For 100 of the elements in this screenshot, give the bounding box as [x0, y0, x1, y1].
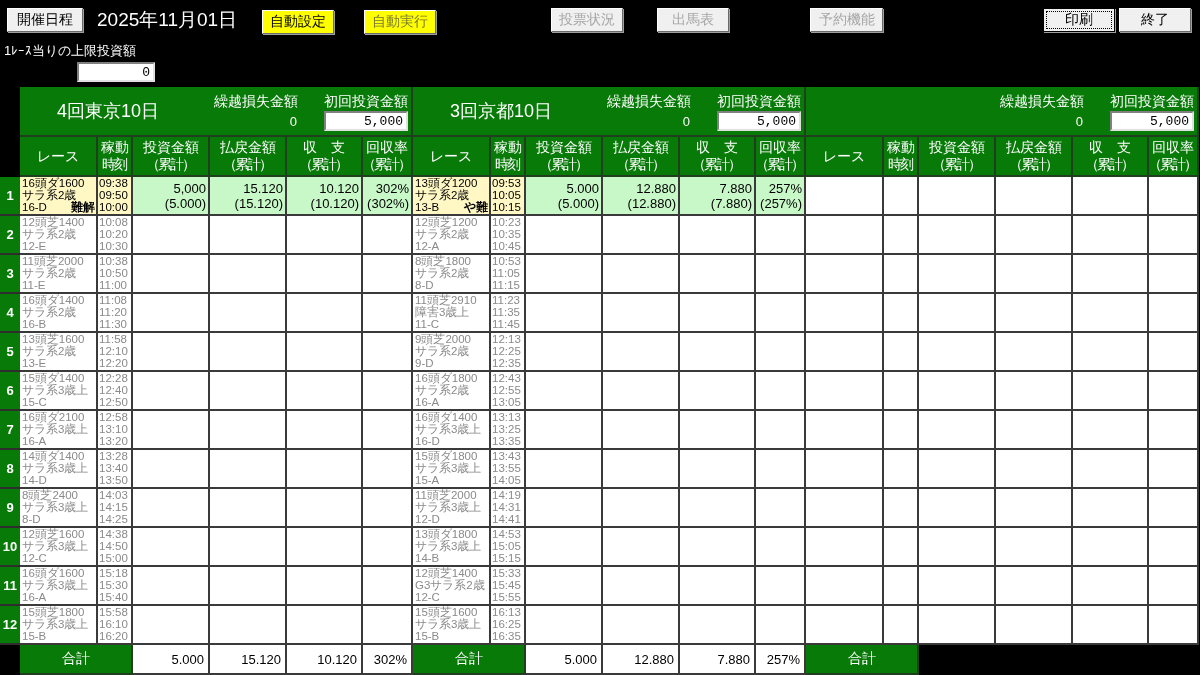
- table-cell: [1149, 372, 1199, 411]
- race-text: サラ系2歳: [22, 345, 78, 357]
- toolbar-button[interactable]: 印刷: [1043, 8, 1115, 32]
- race-cell[interactable]: 15頭ダ1800 サラ系3歳上 15-A: [413, 450, 491, 489]
- table-cell: [884, 372, 919, 411]
- table-cell: [756, 606, 806, 645]
- race-text: 11-E: [22, 279, 46, 291]
- time-text: 10:38: [99, 255, 129, 267]
- table-cell: [1149, 294, 1199, 333]
- race-cell[interactable]: 13頭ダ1800 サラ系3歳上 14-B: [413, 528, 491, 567]
- venue-title: 3回京都10日: [449, 100, 554, 123]
- race-cell[interactable]: 16頭ダ1400 サラ系2歳 16-B: [20, 294, 98, 333]
- race-text: 16頭ダ1800: [415, 372, 479, 384]
- time-text: 11:08: [99, 294, 128, 306]
- race-cell[interactable]: 12頭芝1200 サラ系2歳 12-A: [413, 216, 491, 255]
- race-cell[interactable]: 9頭芝2000 サラ系2歳 9-D: [413, 333, 491, 372]
- time-text: 11:20: [99, 306, 128, 318]
- time-text: 14:38: [99, 528, 129, 540]
- race-text: 12頭芝1200: [415, 216, 479, 228]
- amount-text: 257%: [768, 180, 802, 196]
- race-cell[interactable]: 15頭芝1800 サラ系3歳上 15-B: [20, 606, 98, 645]
- header-text: 時刻: [887, 156, 913, 173]
- race-text: 13-E: [22, 357, 47, 369]
- row-number: 4: [0, 294, 20, 333]
- race-cell[interactable]: 15頭ダ1400 サラ系3歳上 15-C: [20, 372, 98, 411]
- amount-input[interactable]: 5,000: [324, 111, 408, 131]
- race-text: 13頭ダ1200: [415, 177, 479, 189]
- race-text: 15頭ダ1800: [415, 450, 479, 462]
- race-cell[interactable]: 12頭芝1400 サラ系2歳 12-E: [20, 216, 98, 255]
- total-label: 合計: [413, 645, 526, 675]
- amount-input[interactable]: 5,000: [1110, 111, 1194, 131]
- time-text: 12:55: [492, 384, 522, 396]
- race-cell[interactable]: 11頭芝2910 障害3歳上 11-C: [413, 294, 491, 333]
- time-text: 13:20: [99, 435, 129, 447]
- race-cell[interactable]: 11頭芝2000 サラ系2歳 11-E: [20, 255, 98, 294]
- time-text: 10:30: [99, 240, 129, 252]
- table-cell: [1149, 567, 1199, 606]
- race-cell[interactable]: 16頭ダ1600 サラ系3歳上 16-A: [20, 567, 98, 606]
- header-text: 収 支: [696, 139, 738, 156]
- race-cell[interactable]: 13頭ダ1200 サラ系2歳 13-B や難: [413, 177, 491, 216]
- race-text: サラ系2歳: [415, 384, 471, 396]
- race-text: 13頭芝1600: [22, 333, 86, 345]
- table-cell: [756, 294, 806, 333]
- time-text: 13:05: [492, 396, 522, 408]
- race-text: サラ系2歳: [22, 189, 78, 201]
- race-cell[interactable]: 11頭芝2000 サラ系3歳上 12-D: [413, 489, 491, 528]
- race-cell[interactable]: 16頭ダ1400 サラ系3歳上 16-D: [413, 411, 491, 450]
- race-cell[interactable]: 15頭芝1600 サラ系3歳上 15-B: [413, 606, 491, 645]
- date-text: 2025年11月01日: [97, 8, 239, 32]
- time-text: 14:41: [492, 513, 522, 525]
- table-cell: [1149, 333, 1199, 372]
- field-label: 初回投資金額: [717, 93, 801, 109]
- header-text: 払戻金額: [219, 139, 276, 156]
- row-number: 12: [0, 606, 20, 645]
- header-text: （累計）: [145, 156, 195, 173]
- header-text: レース: [823, 147, 865, 165]
- race-text: 12頭芝1600: [22, 528, 86, 540]
- amount-text: 7.880: [719, 180, 752, 196]
- toolbar-button[interactable]: 自動設定: [262, 10, 334, 34]
- race-text: 12-D: [415, 513, 440, 525]
- race-cell[interactable]: 8頭芝1800 サラ系2歳 8-D: [413, 255, 491, 294]
- race-cell[interactable]: 16頭ダ1800 サラ系2歳 16-A: [413, 372, 491, 411]
- race-text: 12-E: [22, 240, 47, 252]
- time-text: 15:30: [99, 579, 129, 591]
- header-text: （累計）: [1008, 156, 1058, 173]
- time-text: 15:45: [492, 579, 522, 591]
- race-text: 16頭ダ1400: [22, 294, 86, 306]
- race-text: 8頭芝2400: [22, 489, 78, 501]
- race-cell[interactable]: 12頭芝1400 G3サラ系2歳 12-C: [413, 567, 491, 606]
- header-text: 払戻金額: [1005, 139, 1062, 156]
- race-text: 16頭ダ1600: [22, 567, 86, 579]
- header-text: 稼動: [100, 139, 129, 156]
- time-text: 10:08: [99, 216, 129, 228]
- time-text: 12:35: [492, 357, 522, 369]
- race-cell[interactable]: 8頭芝2400 サラ系3歳上 8-D: [20, 489, 98, 528]
- race-text: サラ系3歳上: [415, 501, 483, 513]
- time-text: 13:10: [99, 423, 129, 435]
- amount-input[interactable]: 5,000: [717, 111, 801, 131]
- race-cell[interactable]: 13頭芝1600 サラ系2歳 13-E: [20, 333, 98, 372]
- race-cell[interactable]: 14頭ダ1400 サラ系3歳上 14-D: [20, 450, 98, 489]
- race-cell[interactable]: 12頭芝1600 サラ系3歳上 12-C: [20, 528, 98, 567]
- header-text: 投資金額: [535, 139, 592, 156]
- race-cell[interactable]: 16頭ダ1600 サラ系2歳 16-D 難解: [20, 177, 98, 216]
- time-text: 15:18: [99, 567, 129, 579]
- time-text: 12:13: [492, 333, 522, 345]
- time-text: 16:20: [99, 630, 129, 642]
- time-text: 10:00: [99, 201, 129, 213]
- race-text: 15-A: [415, 474, 440, 486]
- cumulative-text: (10.120): [310, 195, 359, 211]
- table-cell: [1149, 450, 1199, 489]
- toolbar-button[interactable]: 終了: [1119, 8, 1191, 32]
- time-text: 13:40: [99, 462, 129, 474]
- limit-input[interactable]: 0: [77, 62, 155, 82]
- race-text: 障害3歳上: [415, 306, 471, 318]
- toolbar-button[interactable]: 開催日程: [7, 8, 83, 32]
- time-text: 13:28: [99, 450, 129, 462]
- header-text: 時刻: [494, 156, 520, 173]
- time-text: 10:23: [492, 216, 522, 228]
- race-text: サラ系3歳上: [415, 540, 483, 552]
- race-cell[interactable]: 16頭ダ2100 サラ系3歳上 16-A: [20, 411, 98, 450]
